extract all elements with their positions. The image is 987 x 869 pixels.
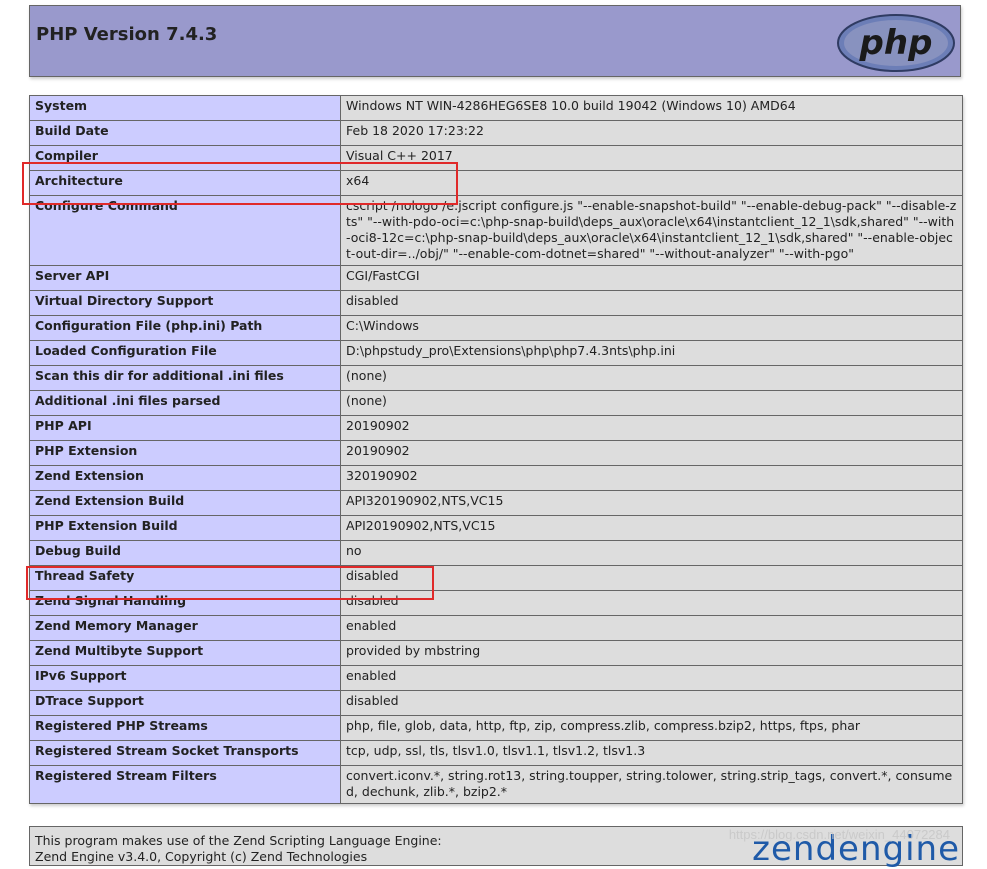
php-info-table: System Windows NT WIN-4286HEG6SE8 10.0 bu… [29, 95, 963, 804]
row-key: Server API [29, 265, 341, 291]
row-value: Feb 18 2020 17:23:22 [340, 120, 963, 146]
row-key: Zend Signal Handling [29, 590, 341, 616]
table-row: Zend Multibyte Support provided by mbstri… [29, 640, 963, 666]
table-row: Scan this dir for additional .ini files(… [29, 365, 963, 391]
row-value: tcp, udp, ssl, tls, tlsv1.0, tlsv1.1, tl… [340, 740, 963, 766]
table-row: System Windows NT WIN-4286HEG6SE8 10.0 bu… [29, 95, 963, 121]
row-key: DTrace Support [29, 690, 341, 716]
row-key: Registered Stream Socket Transports [29, 740, 341, 766]
table-row: Architecture x64 [29, 170, 963, 196]
row-key: Configure Command [29, 195, 341, 266]
zend-footer: This program makes use of the Zend Scrip… [29, 826, 963, 869]
row-value: 20190902 [340, 440, 963, 466]
row-key: Debug Build [29, 540, 341, 566]
table-row: PHP Extension Build API20190902,NTS,VC15 [29, 515, 963, 541]
watermark-text: https://blog.csdn.net/weixin_44072284 [728, 827, 950, 842]
row-key: Zend Memory Manager [29, 615, 341, 641]
row-value: C:\Windows [340, 315, 963, 341]
row-value: API320190902,NTS,VC15 [340, 490, 963, 516]
row-value: 320190902 [340, 465, 963, 491]
row-key: Architecture [29, 170, 341, 196]
table-row: Configure Command cscript /nologo /e:jscr… [29, 195, 963, 266]
page-title: PHP Version 7.4.3 [36, 24, 218, 45]
php-logo-text: php [859, 23, 933, 63]
table-row: Configuration File (php.ini) Path C:\Wind… [29, 315, 963, 341]
row-value: disabled [340, 690, 963, 716]
row-value: x64 [340, 170, 963, 196]
row-key: Virtual Directory Support [29, 290, 341, 316]
row-key: Scan this dir for additional .ini files [29, 365, 341, 391]
row-key: PHP Extension Build [29, 515, 341, 541]
row-value: disabled [340, 590, 963, 616]
row-value: php, file, glob, data, http, ftp, zip, c… [340, 715, 963, 741]
row-value: convert.iconv.*, string.rot13, string.to… [340, 765, 963, 804]
table-row: Thread Safety disabled [29, 565, 963, 591]
row-value: cscript /nologo /e:jscript configure.js … [340, 195, 963, 266]
table-row: Registered PHP Streams php, file, glob, d… [29, 715, 963, 741]
row-key: Compiler [29, 145, 341, 171]
table-row: Zend Extension Build API320190902,NTS,VC1… [29, 490, 963, 516]
table-row: Additional .ini files parsed (none) [29, 390, 963, 416]
table-row: Registered Stream Filters convert.iconv.*… [29, 765, 963, 804]
row-value: (none) [340, 365, 963, 391]
row-key: Zend Extension [29, 465, 341, 491]
php-version-header: PHP Version 7.4.3 php [29, 5, 961, 77]
row-value: API20190902,NTS,VC15 [340, 515, 963, 541]
row-key: Configuration File (php.ini) Path [29, 315, 341, 341]
table-row: Build Date Feb 18 2020 17:23:22 [29, 120, 963, 146]
table-row: Registered Stream Socket Transports tcp, … [29, 740, 963, 766]
row-key: Zend Extension Build [29, 490, 341, 516]
row-value: Windows NT WIN-4286HEG6SE8 10.0 build 19… [340, 95, 963, 121]
table-row: Zend Memory Manager enabled [29, 615, 963, 641]
php-logo: php [837, 14, 955, 72]
row-key: System [29, 95, 341, 121]
row-key: PHP Extension [29, 440, 341, 466]
row-key: PHP API [29, 415, 341, 441]
row-key: Loaded Configuration File [29, 340, 341, 366]
table-row: Zend Extension 320190902 [29, 465, 963, 491]
table-row: Compiler Visual C++ 2017 [29, 145, 963, 171]
row-value: CGI/FastCGI [340, 265, 963, 291]
row-key: Zend Multibyte Support [29, 640, 341, 666]
row-value: enabled [340, 615, 963, 641]
row-key: Thread Safety [29, 565, 341, 591]
row-key: Registered PHP Streams [29, 715, 341, 741]
table-row: Loaded Configuration File D:\phpstudy_pro… [29, 340, 963, 366]
row-value: Visual C++ 2017 [340, 145, 963, 171]
row-key: IPv6 Support [29, 665, 341, 691]
row-value: provided by mbstring [340, 640, 963, 666]
row-value: D:\phpstudy_pro\Extensions\php\php7.4.3n… [340, 340, 963, 366]
row-key: Registered Stream Filters [29, 765, 341, 804]
footer-line-1: This program makes use of the Zend Scrip… [35, 833, 442, 848]
table-row: DTrace Support disabled [29, 690, 963, 716]
row-value: no [340, 540, 963, 566]
row-value: disabled [340, 290, 963, 316]
row-value: (none) [340, 390, 963, 416]
row-key: Build Date [29, 120, 341, 146]
row-value: 20190902 [340, 415, 963, 441]
table-row: Debug Build no [29, 540, 963, 566]
table-row: Virtual Directory Support disabled [29, 290, 963, 316]
table-row: PHP API 20190902 [29, 415, 963, 441]
row-value: enabled [340, 665, 963, 691]
table-row: PHP Extension 20190902 [29, 440, 963, 466]
table-row: IPv6 Support enabled [29, 665, 963, 691]
table-row: Zend Signal Handling disabled [29, 590, 963, 616]
row-value: disabled [340, 565, 963, 591]
table-row: Server API CGI/FastCGI [29, 265, 963, 291]
row-key: Additional .ini files parsed [29, 390, 341, 416]
